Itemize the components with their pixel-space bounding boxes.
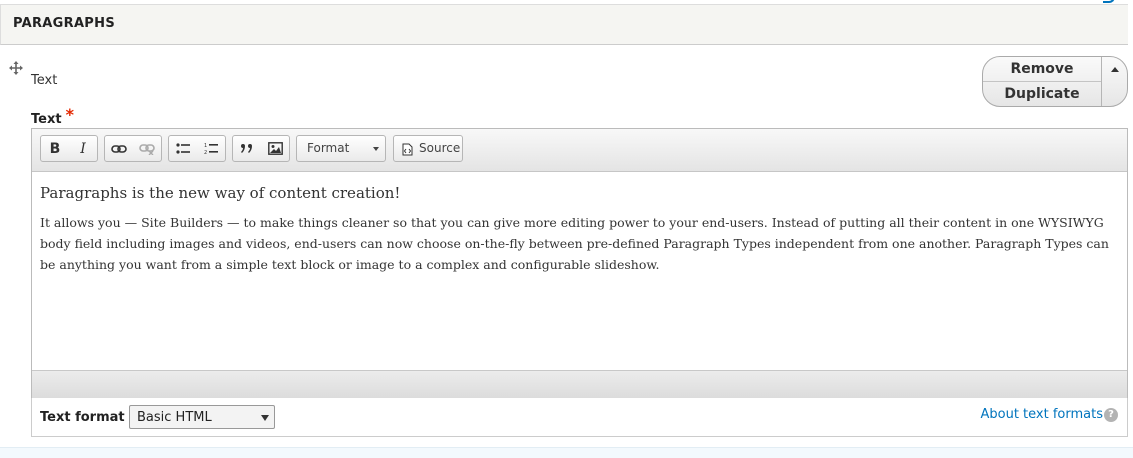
- italic-icon: I: [80, 140, 86, 157]
- toolbar-group-media: [232, 135, 290, 162]
- blockquote-icon: [241, 143, 252, 153]
- numbered-list-button[interactable]: 1 2: [197, 136, 225, 161]
- editor-content-area[interactable]: Paragraphs is the new way of content cre…: [40, 184, 1115, 275]
- required-marker: *: [65, 105, 74, 124]
- paragraph-type-label: Text: [31, 73, 58, 88]
- toolbar-group-lists: 1 2: [168, 135, 226, 162]
- text-format-select[interactable]: Basic HTML: [129, 405, 275, 429]
- editor-status-bar: [32, 370, 1127, 398]
- text-field-label: Text *: [31, 105, 74, 127]
- panel-title: PARAGRAPHS: [13, 16, 115, 31]
- format-dropdown-label: Format: [307, 141, 350, 155]
- content-body: It allows you — Site Builders — to make …: [40, 215, 1109, 272]
- svg-text:2: 2: [204, 150, 207, 155]
- content-heading: Paragraphs is the new way of content cre…: [40, 184, 401, 202]
- toolbar-group-basic: B I: [40, 135, 98, 162]
- caret-up-icon: [1111, 67, 1119, 72]
- source-icon: [402, 143, 413, 156]
- image-button[interactable]: [261, 136, 289, 161]
- bold-button[interactable]: B: [41, 136, 69, 161]
- link-icon: [111, 144, 127, 153]
- svg-text:1: 1: [204, 143, 207, 149]
- text-field-label-text: Text: [31, 112, 62, 127]
- paragraph-actions-dropbutton: Remove Duplicate: [982, 56, 1128, 107]
- numbered-list-icon: 1 2: [204, 143, 218, 155]
- format-dropdown[interactable]: Format: [296, 135, 386, 162]
- unlink-button[interactable]: [133, 136, 161, 161]
- remove-button[interactable]: Remove: [983, 57, 1101, 81]
- text-format-wrapper: Text format Basic HTML About text format…: [31, 398, 1128, 437]
- chevron-down-icon: [373, 147, 379, 151]
- blockquote-button[interactable]: [233, 136, 261, 161]
- source-button[interactable]: Source: [393, 135, 463, 162]
- duplicate-button[interactable]: Duplicate: [983, 81, 1101, 106]
- drag-handle-icon[interactable]: [9, 60, 23, 75]
- bottom-strip: [0, 447, 1133, 458]
- image-icon: [267, 142, 283, 155]
- source-button-label: Source: [419, 141, 461, 155]
- about-text-formats-link[interactable]: About text formats: [980, 407, 1103, 422]
- help-icon[interactable]: ?: [1104, 408, 1118, 422]
- wysiwyg-editor: B I 1 2 Format Source Paragraphs is the …: [31, 128, 1128, 399]
- text-format-label: Text format: [40, 410, 125, 425]
- dropbutton-toggle[interactable]: [1101, 57, 1127, 106]
- corner-mark: [1103, 0, 1115, 3]
- toolbar-group-links: [104, 135, 162, 162]
- paragraphs-panel-header: PARAGRAPHS: [0, 4, 1128, 45]
- unlink-icon: [139, 143, 155, 155]
- bulleted-list-button[interactable]: [169, 136, 197, 161]
- bold-icon: B: [49, 140, 61, 157]
- link-button[interactable]: [105, 136, 133, 161]
- bulleted-list-icon: [176, 142, 190, 154]
- editor-toolbar: B I 1 2 Format Source: [32, 129, 1127, 172]
- italic-button[interactable]: I: [69, 136, 97, 161]
